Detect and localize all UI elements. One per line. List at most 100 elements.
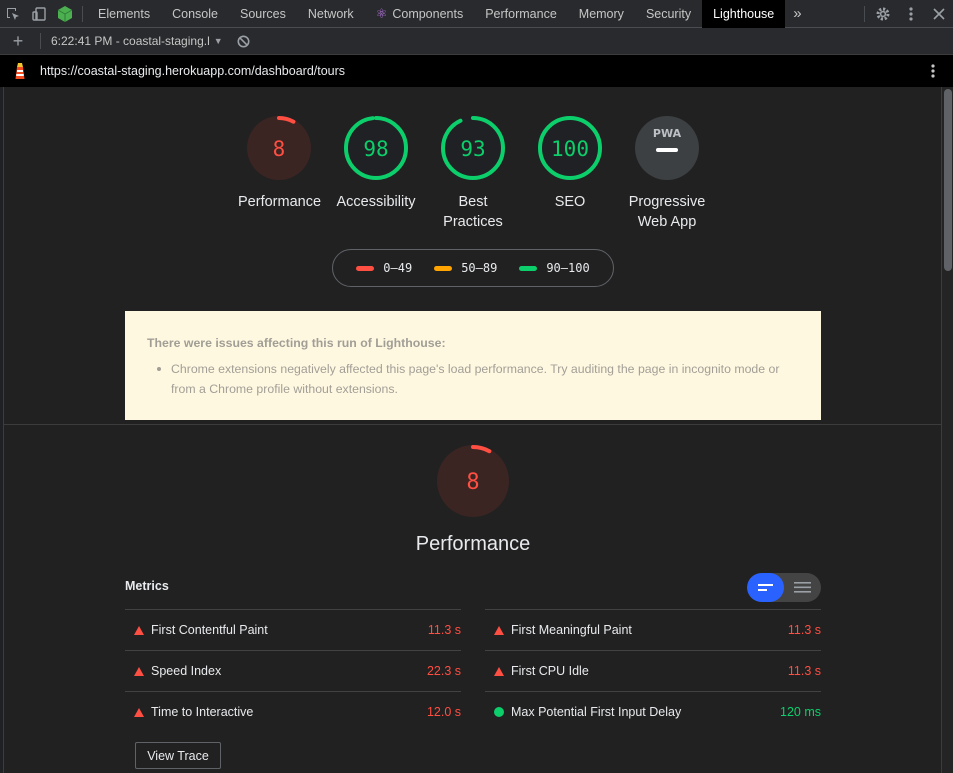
metric-value: 12.0 s xyxy=(426,705,461,719)
gauge-label: Best Practices xyxy=(443,194,503,230)
report-menu-icon[interactable] xyxy=(931,64,935,81)
kebab-menu-icon[interactable] xyxy=(897,0,925,28)
fail-triangle-icon xyxy=(134,666,144,676)
warning-bullet xyxy=(157,367,161,371)
section-divider xyxy=(4,424,941,425)
tab-security[interactable]: Security xyxy=(635,0,702,28)
toolbar-separator xyxy=(864,6,865,22)
svg-text:100: 100 xyxy=(551,137,589,161)
performance-score-value: 8 xyxy=(466,470,479,495)
view-trace-button[interactable]: View Trace xyxy=(135,742,221,769)
metrics-column-right: First Meaningful Paint 11.3 s First CPU … xyxy=(485,609,821,732)
warning-title: There were issues affecting this run of … xyxy=(147,336,446,350)
device-toolbar-icon[interactable] xyxy=(26,0,52,28)
svg-text:8: 8 xyxy=(273,137,286,161)
fail-triangle-icon xyxy=(134,707,144,717)
chevron-down-icon: ▼ xyxy=(213,36,223,46)
tab-memory[interactable]: Memory xyxy=(568,0,635,28)
extension-cube-icon[interactable] xyxy=(52,0,78,28)
metric-value: 22.3 s xyxy=(426,664,461,678)
fail-triangle-icon xyxy=(494,625,504,635)
metric-value: 11.3 s xyxy=(427,623,461,637)
tab-performance[interactable]: Performance xyxy=(474,0,568,28)
new-report-button[interactable]: + xyxy=(0,31,36,52)
lighthouse-logo-icon xyxy=(0,62,40,80)
gauge-accessibility[interactable]: 98 Accessibility xyxy=(321,115,431,212)
run-warnings-box: There were issues affecting this run of … xyxy=(125,311,821,420)
tab-components[interactable]: ⚛ Components xyxy=(365,0,475,28)
gauge-label: Progressive Web App xyxy=(628,194,706,230)
more-tabs-button[interactable]: » xyxy=(785,0,809,28)
tab-lighthouse[interactable]: Lighthouse xyxy=(702,0,786,28)
metric-row: Max Potential First Input Delay 120 ms xyxy=(485,691,821,732)
metrics-view-toggle[interactable] xyxy=(747,573,821,602)
inspect-element-icon[interactable] xyxy=(0,0,26,28)
tab-console[interactable]: Console xyxy=(161,0,229,28)
toggle-compact-view[interactable] xyxy=(747,573,784,602)
metric-name: First CPU Idle xyxy=(511,664,589,678)
metric-name: Max Potential First Input Delay xyxy=(511,705,682,719)
gauge-performance[interactable]: 8 Performance xyxy=(224,115,334,212)
gauge-best-practices[interactable]: 93 Best Practices xyxy=(418,115,528,232)
expanded-lines-icon[interactable] xyxy=(784,573,821,602)
score-gauge: 100 xyxy=(538,116,602,180)
metric-value: 11.3 s xyxy=(787,623,821,637)
pwa-badge-icon: PWA xyxy=(635,116,699,180)
warning-item: Chrome extensions negatively affected th… xyxy=(171,362,780,396)
tab-elements[interactable]: Elements xyxy=(87,0,161,28)
metric-name: First Meaningful Paint xyxy=(511,623,632,637)
metric-value: 120 ms xyxy=(780,705,821,719)
lighthouse-toolbar: + 6:22:41 PM - coastal-staging.l ▼ xyxy=(0,28,953,55)
tab-network[interactable]: Network xyxy=(297,0,365,28)
metric-row: First Meaningful Paint 11.3 s xyxy=(485,609,821,650)
tab-sources[interactable]: Sources xyxy=(229,0,297,28)
performance-score-gauge: 8 xyxy=(437,445,509,517)
gauge-label: Performance xyxy=(238,194,322,210)
report-url: https://coastal-staging.herokuapp.com/da… xyxy=(40,64,346,78)
report-url-bar: https://coastal-staging.herokuapp.com/da… xyxy=(0,55,953,87)
clear-reports-icon[interactable] xyxy=(237,35,250,48)
legend-item-fail: 0–49 xyxy=(356,261,412,275)
score-gauge: 8 xyxy=(247,116,311,180)
metric-name: Time to Interactive xyxy=(151,705,254,719)
legend-fail-swatch xyxy=(356,266,375,271)
devtools-tab-bar: Elements Console Sources Network ⚛ Compon… xyxy=(0,0,953,28)
gauge-label: SEO xyxy=(554,194,586,210)
fail-triangle-icon xyxy=(494,666,504,676)
scrollbar-thumb[interactable] xyxy=(944,89,952,271)
metrics-heading: Metrics xyxy=(125,579,169,593)
settings-gear-icon[interactable] xyxy=(869,0,897,28)
react-atom-icon: ⚛ xyxy=(375,5,388,21)
compact-lines-icon xyxy=(758,584,773,591)
score-legend: 0–49 50–89 90–100 xyxy=(332,249,614,287)
gauge-label: Accessibility xyxy=(336,194,416,210)
gauge-pwa[interactable]: PWA Progressive Web App xyxy=(612,115,722,232)
metric-row: Speed Index 22.3 s xyxy=(125,650,461,691)
metric-value: 11.3 s xyxy=(787,664,821,678)
metric-row: Time to Interactive 12.0 s xyxy=(125,691,461,732)
legend-item-average: 50–89 xyxy=(434,261,497,275)
legend-item-pass: 90–100 xyxy=(519,261,590,275)
tab-separator xyxy=(82,5,83,22)
close-icon[interactable] xyxy=(925,0,953,28)
legend-pass-swatch xyxy=(519,266,538,271)
metric-name: Speed Index xyxy=(151,664,222,678)
svg-text:98: 98 xyxy=(363,137,388,161)
metric-row: First Contentful Paint 11.3 s xyxy=(125,609,461,650)
gauge-seo[interactable]: 100 SEO xyxy=(515,115,625,212)
metric-name: First Contentful Paint xyxy=(151,623,268,637)
metrics-column-left: First Contentful Paint 11.3 s Speed Inde… xyxy=(125,609,461,732)
metric-row: First CPU Idle 11.3 s xyxy=(485,650,821,691)
svg-text:PWA: PWA xyxy=(653,127,682,140)
score-gauge: 98 xyxy=(344,116,408,180)
toolbar-separator xyxy=(40,33,41,49)
pass-circle-icon xyxy=(494,707,504,717)
performance-title: Performance xyxy=(415,533,531,555)
svg-text:93: 93 xyxy=(460,137,485,161)
lighthouse-report: 8 Performance 98 Accessibility 93 Best P… xyxy=(3,87,941,773)
fail-triangle-icon xyxy=(134,625,144,635)
legend-average-swatch xyxy=(434,266,453,271)
vertical-scrollbar[interactable] xyxy=(941,87,953,773)
score-gauge: 93 xyxy=(441,116,505,180)
report-select[interactable]: 6:22:41 PM - coastal-staging.l ▼ xyxy=(51,34,223,48)
